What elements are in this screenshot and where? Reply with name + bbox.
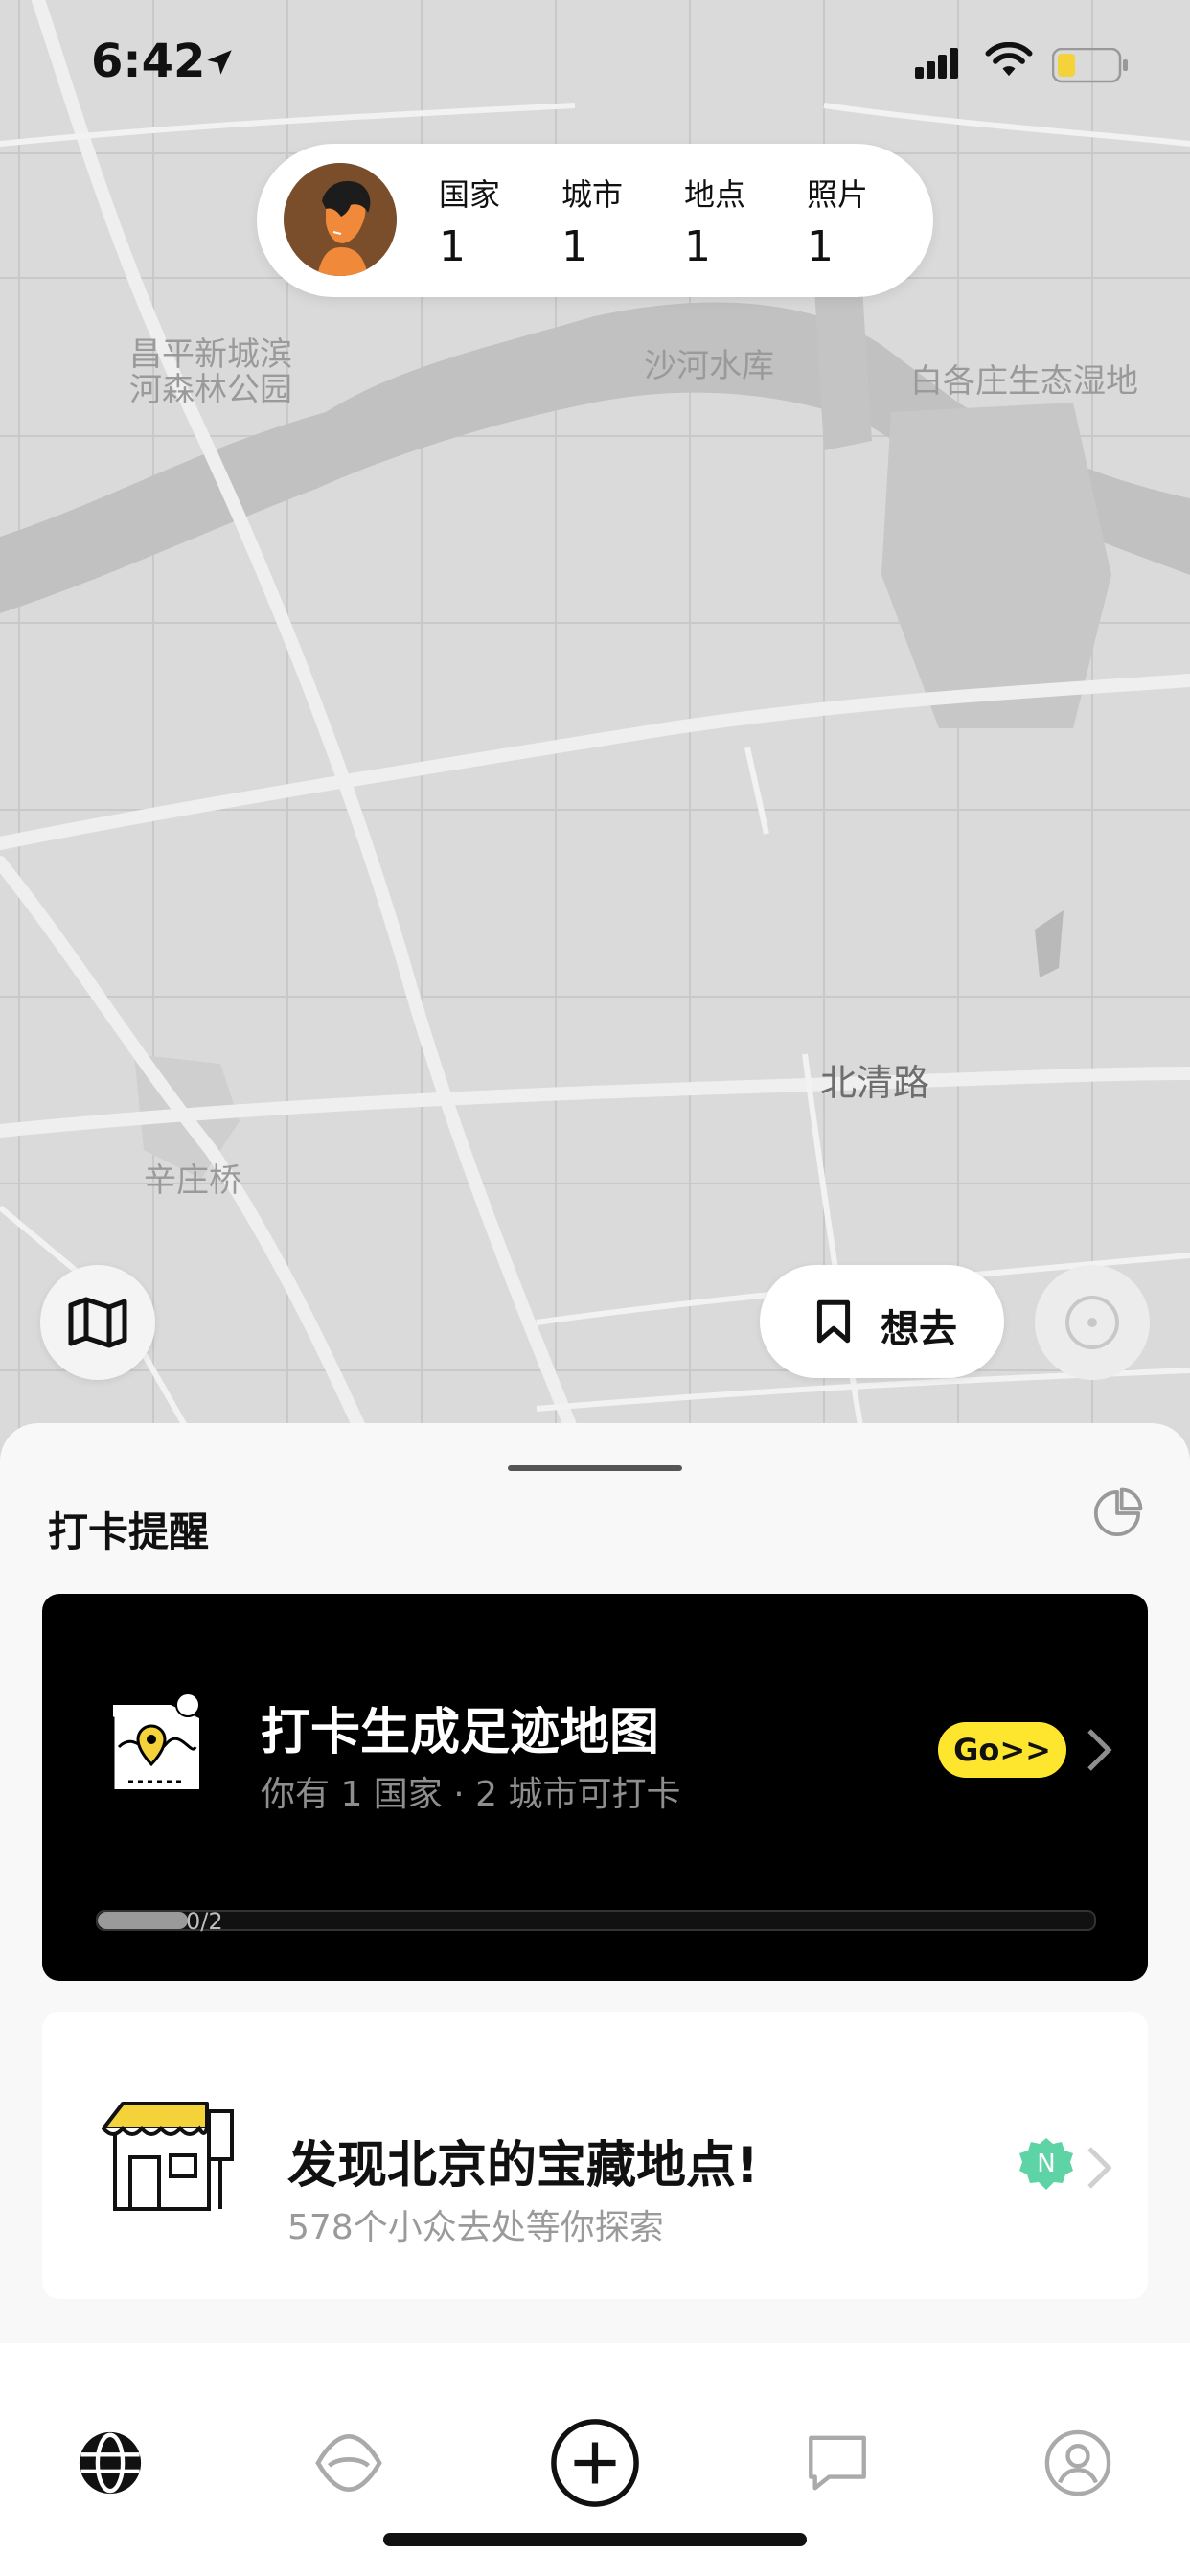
discover-card-subtitle: 578个小众去处等你探索 <box>287 2208 664 2247</box>
location-arrow-icon <box>207 50 232 75</box>
checkin-progress-bar <box>96 1910 1096 1931</box>
pie-chart-icon[interactable] <box>1090 1486 1144 1540</box>
footprint-map-icon <box>105 1692 200 1789</box>
stat-label: 地点 <box>684 176 746 213</box>
sheet-title: 打卡提醒 <box>48 1508 210 1555</box>
profile-icon[interactable] <box>1044 2429 1111 2496</box>
stat-cities: 城市 1 <box>561 171 657 271</box>
chevron-right-icon <box>1087 2147 1112 2189</box>
map-label-park: 昌平新城滨 河森林公园 <box>129 335 292 410</box>
status-bar: 6:42 <box>0 0 1190 125</box>
signal-icon <box>915 48 958 79</box>
stat-label: 国家 <box>439 176 501 213</box>
map-label-road: 北清路 <box>820 1062 930 1104</box>
new-badge: N <box>1018 2136 1075 2194</box>
stat-label: 城市 <box>561 176 624 213</box>
chevron-right-icon <box>1087 1729 1112 1771</box>
profile-stats-card[interactable]: 国家 1 城市 1 地点 1 照片 1 <box>257 144 933 297</box>
map-icon <box>68 1297 127 1348</box>
stat-value: 1 <box>561 222 588 271</box>
new-badge-label: N <box>1037 2150 1056 2178</box>
stat-value: 1 <box>439 222 466 271</box>
message-icon[interactable] <box>803 2429 872 2496</box>
stat-photos: 照片 1 <box>807 171 903 271</box>
stat-value: 1 <box>807 222 834 271</box>
discover-card[interactable]: 发现北京的宝藏地点! 578个小众去处等你探索 N <box>42 2012 1148 2299</box>
add-icon[interactable] <box>550 2418 640 2508</box>
locate-button[interactable] <box>1035 1265 1150 1380</box>
stat-countries: 国家 1 <box>439 171 535 271</box>
progress-fill <box>98 1912 188 1929</box>
store-icon <box>102 2102 234 2211</box>
bottom-sheet[interactable]: 打卡提醒 打卡生成足迹地图 你有 1 国家 · 2 城市可打卡 Go>> 0/2 <box>0 1423 1190 2343</box>
explore-icon[interactable] <box>312 2429 385 2496</box>
home-indicator <box>383 2533 807 2546</box>
stat-places: 地点 1 <box>684 171 780 271</box>
want-to-go-button[interactable]: 想去 <box>760 1265 1004 1378</box>
stat-value: 1 <box>684 222 711 271</box>
go-button[interactable]: Go>> <box>938 1722 1066 1778</box>
map-label-reservoir: 沙河水库 <box>644 347 774 385</box>
bookmark-icon <box>816 1300 851 1344</box>
sheet-handle[interactable] <box>508 1465 682 1471</box>
stat-label: 照片 <box>807 176 869 213</box>
checkin-card-title: 打卡生成足迹地图 <box>261 1704 660 1761</box>
locate-icon <box>1065 1296 1119 1349</box>
checkin-card[interactable]: 打卡生成足迹地图 你有 1 国家 · 2 城市可打卡 Go>> 0/2 <box>42 1594 1148 1981</box>
want-to-go-label: 想去 <box>881 1307 957 1351</box>
map-label-wetland: 白各庄生态湿地 <box>910 362 1138 401</box>
checkin-card-subtitle: 你有 1 国家 · 2 城市可打卡 <box>261 1775 681 1814</box>
battery-icon <box>1052 48 1128 83</box>
globe-icon[interactable] <box>77 2429 144 2496</box>
map-style-button[interactable] <box>40 1265 155 1380</box>
wifi-icon <box>985 42 1033 77</box>
status-time: 6:42 <box>91 34 206 88</box>
progress-text: 0/2 <box>186 1908 223 1935</box>
map-label-bridge: 辛庄桥 <box>144 1162 241 1200</box>
discover-card-title: 发现北京的宝藏地点! <box>287 2137 759 2195</box>
avatar[interactable] <box>284 163 397 276</box>
